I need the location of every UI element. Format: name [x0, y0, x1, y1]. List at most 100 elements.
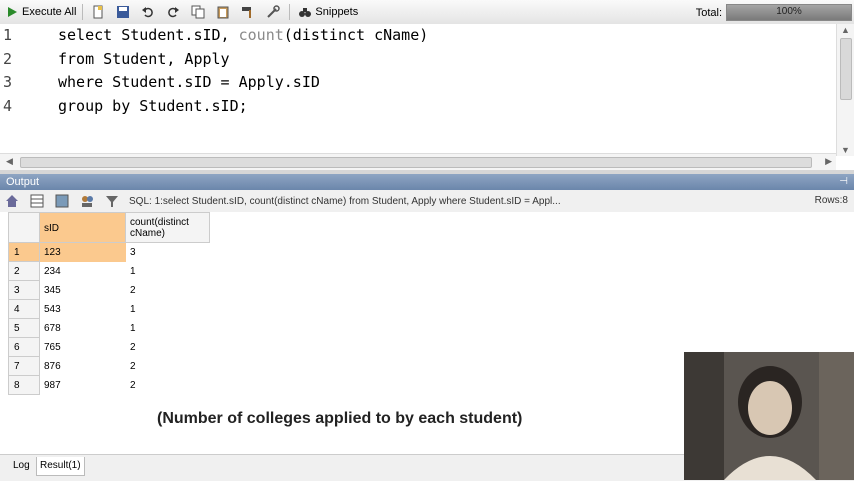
line-number: 1: [3, 26, 13, 44]
sql-editor[interactable]: 1 2 3 4 select Student.sID, count(distinct …: [0, 24, 854, 171]
total-progress-bar: 100%: [726, 4, 852, 21]
cell-sid[interactable]: 678: [40, 319, 126, 338]
table-row[interactable]: 6 765 2: [8, 338, 210, 357]
execute-all-button[interactable]: Execute All: [2, 2, 79, 22]
pin-icon[interactable]: ⊣: [839, 174, 848, 190]
code-function: count: [238, 26, 284, 44]
output-users-button[interactable]: [77, 191, 100, 211]
format-button[interactable]: [238, 2, 261, 22]
code-text: where Student.sID = Apply.sID: [58, 73, 320, 91]
code-line[interactable]: select Student.sID, count(distinct cName…: [58, 24, 428, 48]
tab-result[interactable]: Result(1): [36, 457, 85, 476]
home-icon: [6, 195, 18, 207]
paste-button[interactable]: [213, 2, 236, 22]
new-query-button[interactable]: [88, 2, 111, 22]
cell-sid[interactable]: 876: [40, 357, 126, 376]
row-number[interactable]: 2: [8, 262, 40, 281]
cell-count[interactable]: 2: [126, 357, 210, 376]
table-row[interactable]: 7 876 2: [8, 357, 210, 376]
cell-sid[interactable]: 123: [40, 243, 126, 262]
table-row[interactable]: 2 234 1: [8, 262, 210, 281]
scroll-right-icon[interactable]: ▶: [825, 156, 832, 167]
cell-sid[interactable]: 543: [40, 300, 126, 319]
code-line[interactable]: where Student.sID = Apply.sID: [58, 71, 428, 95]
presenter-video: [684, 352, 854, 480]
cell-count[interactable]: 2: [126, 338, 210, 357]
cell-count[interactable]: 1: [126, 300, 210, 319]
column-header-sid[interactable]: sID: [40, 212, 126, 243]
row-number[interactable]: 1: [8, 243, 40, 262]
grid-corner[interactable]: [8, 212, 40, 243]
total-progress: Total: 100%: [696, 4, 852, 21]
toolbar-separator: [82, 4, 84, 20]
cell-count[interactable]: 2: [126, 281, 210, 300]
export-icon: [55, 194, 69, 208]
tab-log[interactable]: Log: [10, 457, 33, 475]
paste-icon: [217, 6, 229, 19]
table-row[interactable]: 3 345 2: [8, 281, 210, 300]
filter-icon: [106, 196, 118, 207]
cell-sid[interactable]: 765: [40, 338, 126, 357]
grid-header: sID count(distinct cName): [8, 212, 210, 243]
copy-icon: [191, 5, 205, 19]
editor-vertical-scroll-thumb[interactable]: [840, 38, 852, 100]
wrench-icon: [267, 5, 281, 18]
editor-horizontal-scroll-thumb[interactable]: [20, 157, 812, 168]
table-row[interactable]: 5 678 1: [8, 319, 210, 338]
output-home-button[interactable]: [2, 191, 25, 211]
table-row[interactable]: 8 987 2: [8, 376, 210, 395]
code-text: from Student, Apply: [58, 49, 230, 68]
cell-count[interactable]: 1: [126, 262, 210, 281]
total-progress-value: 100%: [776, 6, 802, 17]
main-toolbar: Execute All Snippets Total: 100%: [0, 0, 854, 25]
table-row[interactable]: 4 543 1: [8, 300, 210, 319]
tools-button[interactable]: [263, 2, 286, 22]
scroll-left-icon[interactable]: ◀: [6, 156, 13, 167]
cell-sid[interactable]: 234: [40, 262, 126, 281]
undo-icon: [142, 7, 154, 18]
redo-icon: [168, 7, 180, 18]
scroll-down-icon[interactable]: ▼: [841, 145, 850, 155]
code-area[interactable]: select Student.sID, count(distinct cName…: [58, 24, 428, 118]
output-grid-button[interactable]: [27, 191, 50, 211]
row-number[interactable]: 5: [8, 319, 40, 338]
output-title: Output: [6, 176, 40, 188]
column-header-count[interactable]: count(distinct cName): [126, 212, 210, 243]
cell-count[interactable]: 2: [126, 376, 210, 395]
row-number[interactable]: 6: [8, 338, 40, 357]
cell-count[interactable]: 3: [126, 243, 210, 262]
total-label: Total:: [695, 6, 722, 19]
output-export-button[interactable]: [52, 191, 75, 211]
row-number[interactable]: 8: [8, 376, 40, 395]
toolbar-separator: [289, 4, 291, 20]
grid-icon: [30, 194, 44, 208]
users-icon: [82, 196, 93, 207]
snippets-button[interactable]: Snippets: [295, 2, 361, 22]
editor-horizontal-scrollbar[interactable]: ◀ ▶: [0, 153, 836, 170]
row-number[interactable]: 7: [8, 357, 40, 376]
code-text: group by Student.sID;: [58, 96, 248, 115]
cell-count[interactable]: 1: [126, 319, 210, 338]
output-panel-header: Output ⊣: [0, 174, 854, 190]
save-button[interactable]: [113, 2, 136, 22]
code-text: select Student.sID,: [58, 26, 239, 44]
row-number[interactable]: 3: [8, 281, 40, 300]
output-filter-button[interactable]: [102, 191, 125, 211]
editor-vertical-scrollbar[interactable]: ▲ ▼: [836, 24, 854, 156]
sql-summary: SQL: 1:select Student.sID, count(distinc…: [129, 195, 561, 207]
cell-sid[interactable]: 345: [40, 281, 126, 300]
line-number: 4: [3, 96, 13, 115]
cell-sid[interactable]: 987: [40, 376, 126, 395]
code-line[interactable]: group by Student.sID;: [58, 95, 428, 119]
code-line[interactable]: from Student, Apply: [58, 48, 428, 72]
scroll-up-icon[interactable]: ▲: [841, 25, 850, 35]
redo-button[interactable]: [163, 2, 186, 22]
execute-icon: [8, 7, 17, 17]
table-row[interactable]: 1 123 3: [8, 243, 210, 262]
output-toolbar: SQL: 1:select Student.sID, count(distinc…: [0, 190, 854, 213]
row-number[interactable]: 4: [8, 300, 40, 319]
presenter-image: [684, 352, 854, 480]
copy-button[interactable]: [188, 2, 211, 22]
brush-icon: [242, 7, 252, 18]
undo-button[interactable]: [138, 2, 161, 22]
